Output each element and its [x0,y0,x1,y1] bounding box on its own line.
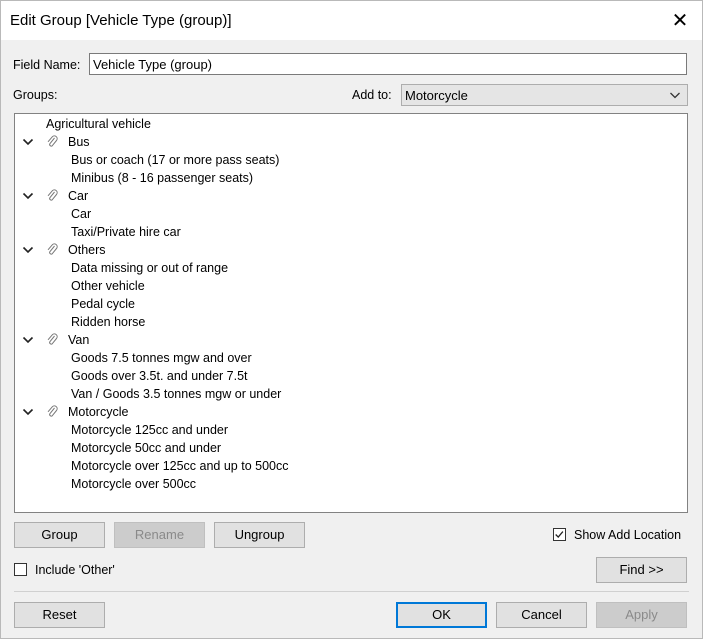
tree-item[interactable]: Van / Goods 3.5 tonnes mgw or under [71,385,281,403]
tree-item[interactable]: Pedal cycle [71,295,135,313]
tree-group-motorcycle[interactable]: Motorcycle [68,403,128,421]
groups-tree[interactable]: Agricultural vehicle Bus Bus or coach (17… [14,113,688,513]
chevron-down-icon[interactable] [22,136,34,148]
paperclip-icon [46,189,58,203]
apply-button[interactable]: Apply [596,602,687,628]
tree-group-others[interactable]: Others [68,241,106,259]
chevron-down-icon[interactable] [22,244,34,256]
chevron-down-icon [670,92,680,99]
tree-group-van[interactable]: Van [68,331,89,349]
ungroup-button[interactable]: Ungroup [214,522,305,548]
dialog-title: Edit Group [Vehicle Type (group)] [10,12,232,29]
rename-button[interactable]: Rename [114,522,205,548]
cancel-button[interactable]: Cancel [496,602,587,628]
tree-group-car[interactable]: Car [68,187,88,205]
add-to-label: Add to: [352,88,392,102]
tree-item[interactable]: Agricultural vehicle [46,115,151,133]
chevron-down-icon[interactable] [22,190,34,202]
paperclip-icon [46,405,58,419]
paperclip-icon [46,243,58,257]
field-name-input[interactable]: Vehicle Type (group) [89,53,687,75]
paperclip-icon [46,333,58,347]
include-other-label: Include 'Other' [35,563,115,577]
add-to-value: Motorcycle [405,88,468,103]
checkmark-icon [555,531,564,538]
find-button[interactable]: Find >> [596,557,687,583]
tree-item[interactable]: Other vehicle [71,277,145,295]
divider [14,591,689,592]
tree-item[interactable]: Motorcycle 125cc and under [71,421,228,439]
ok-button[interactable]: OK [396,602,487,628]
tree-group-bus[interactable]: Bus [68,133,90,151]
tree-item[interactable]: Data missing or out of range [71,259,228,277]
chevron-down-icon[interactable] [22,334,34,346]
tree-item[interactable]: Motorcycle over 500cc [71,475,196,493]
tree-item[interactable]: Taxi/Private hire car [71,223,181,241]
tree-item[interactable]: Motorcycle 50cc and under [71,439,221,457]
reset-button[interactable]: Reset [14,602,105,628]
tree-item[interactable]: Goods over 3.5t. and under 7.5t [71,367,248,385]
group-button[interactable]: Group [14,522,105,548]
title-bar: Edit Group [Vehicle Type (group)] ✕ [1,1,702,40]
tree-item[interactable]: Ridden horse [71,313,145,331]
field-name-label: Field Name: [13,58,81,72]
tree-item[interactable]: Motorcycle over 125cc and up to 500cc [71,457,288,475]
include-other-checkbox[interactable] [14,563,27,576]
tree-item[interactable]: Goods 7.5 tonnes mgw and over [71,349,252,367]
tree-item[interactable]: Bus or coach (17 or more pass seats) [71,151,279,169]
tree-item[interactable]: Car [71,205,91,223]
show-add-location-label: Show Add Location [574,528,682,542]
show-add-location-checkbox[interactable] [553,528,566,541]
chevron-down-icon[interactable] [22,406,34,418]
groups-label: Groups: [13,88,58,102]
edit-group-dialog: Edit Group [Vehicle Type (group)] ✕ Fiel… [0,0,703,639]
tree-item[interactable]: Minibus (8 - 16 passenger seats) [71,169,253,187]
add-to-select[interactable]: Motorcycle [401,84,688,106]
paperclip-icon [46,135,58,149]
close-icon[interactable]: ✕ [665,7,695,35]
